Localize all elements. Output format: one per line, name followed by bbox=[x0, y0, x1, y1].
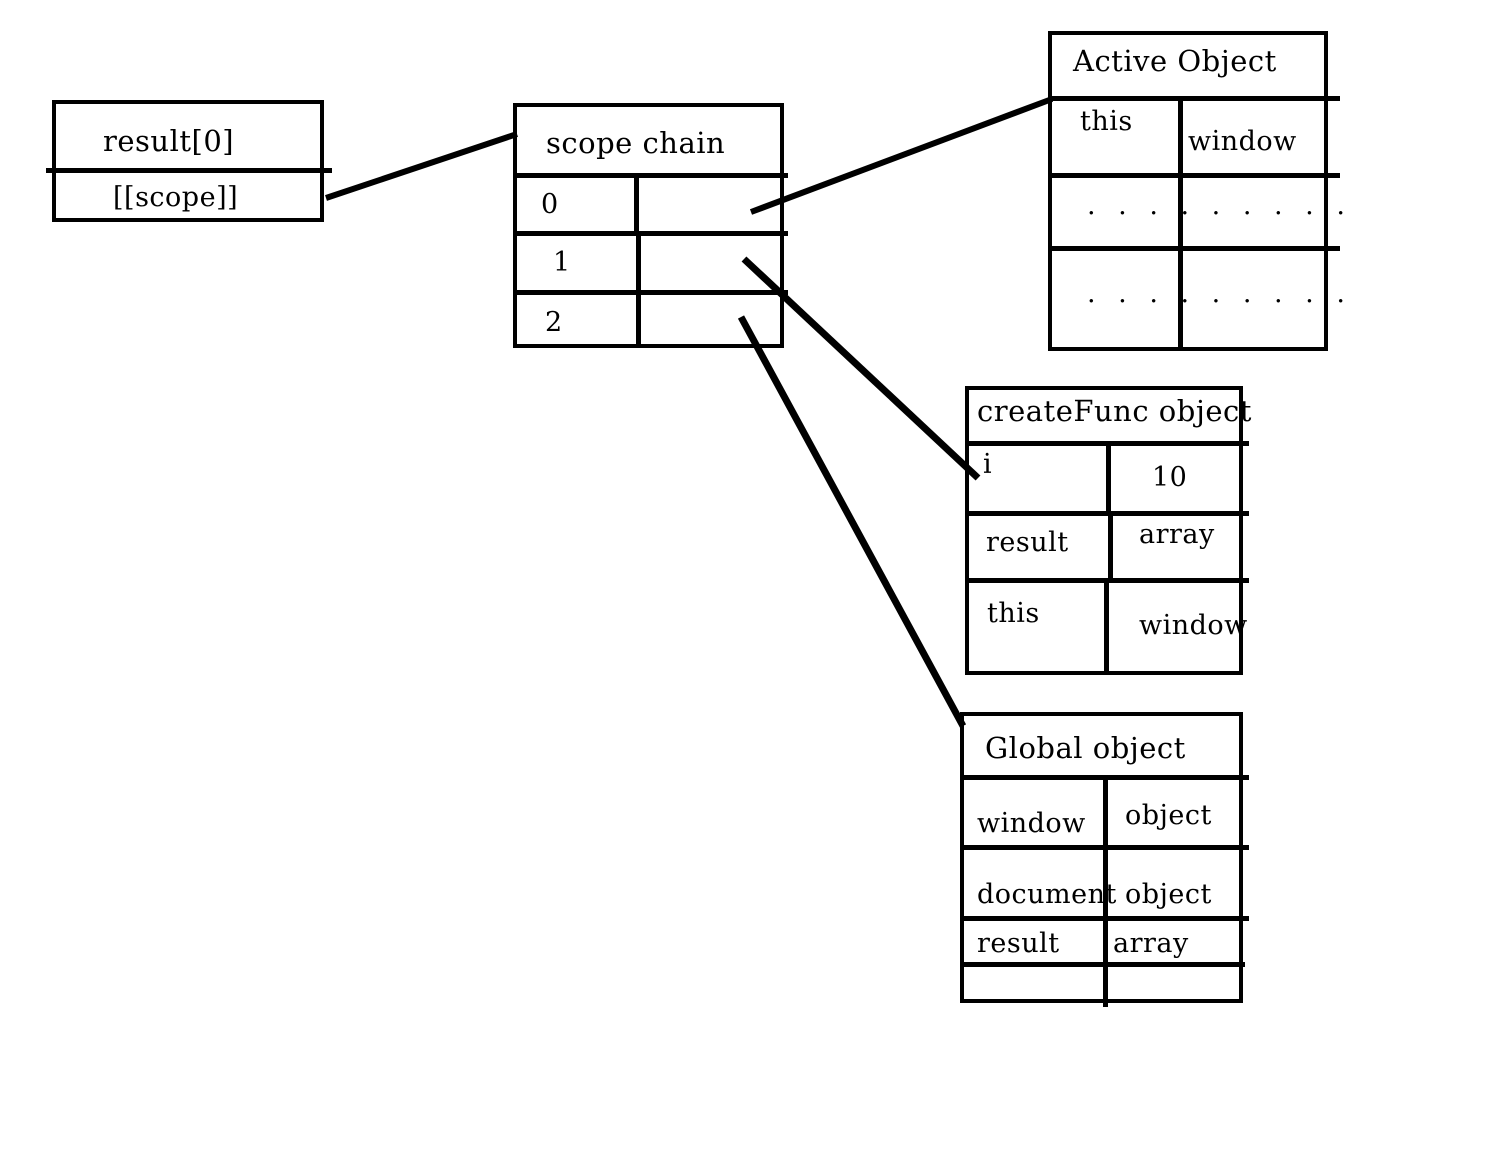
active-object-value-window: window bbox=[1188, 126, 1297, 157]
global-object-value-document: object bbox=[1125, 879, 1212, 910]
scope-chain-column-divider-0 bbox=[634, 173, 639, 233]
result0-scope-label: [[scope]] bbox=[113, 182, 239, 213]
global-object-key-document: document bbox=[977, 879, 1117, 910]
active-object-header-label: Active Object bbox=[1073, 44, 1277, 78]
connector-result0-to-scope-chain bbox=[325, 131, 518, 201]
global-object-header-label: Global object bbox=[985, 731, 1186, 765]
scope-chain-index-0: 0 bbox=[541, 189, 559, 220]
scope-chain-column-divider-1 bbox=[636, 231, 641, 291]
diagram-canvas: result[0] [[scope]] scope chain 0 1 2 Ac… bbox=[0, 0, 1501, 1165]
scope-chain-index-1: 1 bbox=[553, 247, 571, 278]
active-object-ellipsis-row-2: . . . . . . . . . bbox=[1087, 278, 1352, 309]
create-func-object-header-label: createFunc object bbox=[977, 394, 1252, 428]
scope-chain-header-label: scope chain bbox=[546, 126, 726, 160]
global-object-key-result: result bbox=[977, 928, 1060, 959]
create-func-column-divider-1 bbox=[1108, 511, 1113, 579]
create-func-value-result: array bbox=[1139, 519, 1215, 550]
global-object-value-window: object bbox=[1125, 800, 1212, 831]
scope-chain-column-divider-2 bbox=[636, 290, 641, 348]
active-object-divider-1 bbox=[1052, 246, 1340, 251]
create-func-value-i: 10 bbox=[1152, 462, 1188, 493]
active-object-divider-header bbox=[1052, 96, 1340, 101]
create-func-key-this: this bbox=[987, 598, 1040, 629]
scope-chain-index-2: 2 bbox=[545, 307, 563, 338]
active-object-column-divider bbox=[1178, 96, 1183, 351]
global-object-value-result: array bbox=[1113, 928, 1189, 959]
create-func-column-divider-0 bbox=[1106, 441, 1111, 513]
scope-chain-divider-1 bbox=[513, 290, 788, 295]
scope-chain-divider-header bbox=[513, 173, 788, 178]
result0-row-divider bbox=[46, 168, 332, 173]
create-func-key-result: result bbox=[986, 527, 1069, 558]
result0-header-label: result[0] bbox=[103, 124, 235, 158]
connector-scope-chain-0-to-active-object bbox=[749, 96, 1054, 215]
create-func-value-this: window bbox=[1139, 610, 1248, 641]
active-object-ellipsis-row-1: . . . . . . . . . bbox=[1087, 190, 1352, 221]
scope-chain-divider-0 bbox=[513, 231, 788, 236]
active-object-key-this: this bbox=[1080, 106, 1133, 137]
active-object-divider-0 bbox=[1052, 173, 1340, 178]
create-func-column-divider-2 bbox=[1104, 578, 1109, 675]
global-object-key-window: window bbox=[977, 808, 1086, 839]
connector-scope-chain-2-to-global-object bbox=[737, 315, 967, 728]
create-func-key-i: i bbox=[983, 449, 993, 480]
